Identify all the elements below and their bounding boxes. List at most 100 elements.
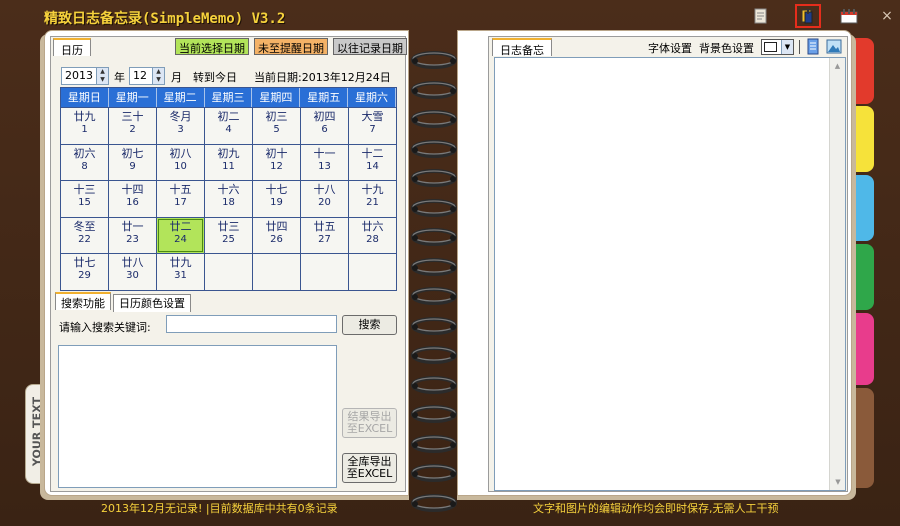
- calendar-day-cell[interactable]: 三十 2: [109, 108, 156, 144]
- goto-today-link[interactable]: 转到今日: [193, 69, 237, 85]
- calendar-day-cell[interactable]: 廿五 27: [301, 217, 348, 254]
- binder-ring: [410, 80, 458, 100]
- calendar-day-cell[interactable]: 冬月 3: [157, 108, 204, 144]
- day-number-label: 5: [273, 124, 280, 135]
- day-number-label: 23: [126, 233, 139, 245]
- lunar-date-label: 廿九: [73, 110, 96, 123]
- month-stepper-arrows[interactable]: ▲ ▼: [152, 68, 164, 84]
- calendar-day-cell[interactable]: 十八 20: [301, 181, 348, 217]
- binder-ring: [410, 139, 458, 159]
- scroll-down-icon[interactable]: ▼: [830, 474, 846, 490]
- tab-calendar-colors[interactable]: 日历颜色设置: [113, 294, 191, 312]
- scroll-up-icon[interactable]: ▲: [830, 58, 845, 74]
- memo-editor[interactable]: ▲ ▼: [494, 57, 846, 491]
- calendar-day-cell[interactable]: 初八 10: [157, 144, 204, 181]
- tab-memo[interactable]: 日志备忘: [492, 38, 552, 57]
- calendar-day-cell[interactable]: 十七 19: [253, 181, 300, 217]
- calendar-day-cell[interactable]: 廿七 29: [61, 254, 108, 290]
- lunar-date-label: 廿六: [361, 219, 384, 233]
- calendar-day-cell[interactable]: 冬至 22: [61, 217, 108, 254]
- binder-ring: [410, 463, 458, 483]
- binder-ring: [410, 316, 458, 336]
- calendar-day-cell[interactable]: 廿三 25: [205, 217, 252, 254]
- day-number-label: 1: [81, 124, 88, 135]
- calendar-day-cell[interactable]: 廿四 26: [253, 217, 300, 254]
- calendar-day-cell[interactable]: 廿八 30: [109, 254, 156, 290]
- search-input[interactable]: [166, 315, 337, 333]
- day-number-label: 17: [174, 197, 187, 209]
- lunar-date-label: 廿一: [121, 219, 144, 233]
- calendar-day-cell[interactable]: 初七 9: [109, 144, 156, 181]
- calendar-day-cell[interactable]: 初十 12: [253, 144, 300, 181]
- lunar-date-label: 十一: [313, 146, 336, 160]
- calendar-day-cell[interactable]: 十九 21: [349, 181, 396, 217]
- calendar-day-cell[interactable]: 初六 8: [61, 144, 108, 181]
- binder-ring: [410, 257, 458, 277]
- day-number-label: 21: [366, 197, 379, 209]
- export-all-button[interactable]: 全库导出 至EXCEL: [342, 453, 397, 483]
- month-value: 12: [133, 69, 147, 82]
- calendar-day-cell[interactable]: 廿二 24: [157, 217, 204, 254]
- year-unit-label: 年: [114, 71, 125, 84]
- day-number-label: 27: [318, 233, 331, 245]
- calendar-day-cell[interactable]: 廿六 28: [349, 217, 396, 254]
- current-date-label: 当前日期:2013年12月24日: [254, 71, 391, 84]
- insert-file-icon[interactable]: [806, 38, 820, 55]
- day-number-label: 6: [321, 124, 328, 135]
- year-stepper-arrows[interactable]: ▲ ▼: [96, 68, 108, 84]
- calendar-day-cell[interactable]: 十四 16: [109, 181, 156, 217]
- lunar-date-label: 初七: [121, 146, 144, 160]
- day-number-label: 8: [81, 160, 88, 172]
- search-button[interactable]: 搜索: [342, 315, 397, 335]
- year-stepper[interactable]: 2013 ▲ ▼: [61, 67, 109, 85]
- weekday-saturday: 星期六: [348, 88, 396, 107]
- calendar-icon[interactable]: [836, 4, 862, 28]
- calendar-day-cell: [253, 254, 300, 290]
- calendar-day-cell[interactable]: 十三 15: [61, 181, 108, 217]
- calendar-day-cell[interactable]: 廿一 23: [109, 217, 156, 254]
- month-stepper[interactable]: 12 ▲ ▼: [129, 67, 165, 85]
- lunar-date-label: 初八: [169, 146, 192, 160]
- calendar-day-cell[interactable]: 廿九 1: [61, 108, 108, 144]
- calendar-day-cell[interactable]: 大雪 7: [349, 108, 396, 144]
- separator-bar: [799, 40, 800, 54]
- lunar-date-label: 大雪: [361, 110, 384, 123]
- font-settings-link[interactable]: 字体设置: [648, 40, 692, 56]
- calendar-day-cell[interactable]: 初四 6: [301, 108, 348, 144]
- memo-scrollbar[interactable]: ▲ ▼: [829, 58, 845, 490]
- calendar-day-cell[interactable]: 十六 18: [205, 181, 252, 217]
- export-results-button: 结果导出 至EXCEL: [342, 408, 397, 438]
- calendar-day-cell[interactable]: 初二 4: [205, 108, 252, 144]
- calendar-days: 廿九 1 三十 2 冬月 3 初二 4 初三 5 初四 6 大雪 7 初六 8 初七 9 初八 10 初九 11 初十 12 十…: [61, 107, 396, 290]
- search-prompt-label: 请输入搜索关键词:: [59, 321, 151, 334]
- calendar-day-cell[interactable]: 十一 13: [301, 144, 348, 181]
- book-icon[interactable]: [795, 4, 821, 28]
- calendar-day-cell[interactable]: 廿九 31: [157, 254, 204, 290]
- year-value: 2013: [65, 69, 93, 82]
- chevron-down-icon: ▼: [781, 40, 793, 54]
- binder-ring: [410, 375, 458, 395]
- lunar-date-label: 十七: [265, 183, 288, 197]
- bg-color-select[interactable]: ▼: [761, 39, 794, 55]
- lunar-date-label: 十三: [73, 183, 96, 197]
- calendar-day-cell[interactable]: 初九 11: [205, 144, 252, 181]
- insert-image-icon[interactable]: [826, 39, 842, 54]
- binder-ring: [410, 434, 458, 454]
- calendar-day-cell[interactable]: 初三 5: [253, 108, 300, 144]
- tab-calendar[interactable]: 日历: [53, 38, 91, 57]
- calendar-day-cell: [301, 254, 348, 290]
- calendar-day-cell[interactable]: 十二 14: [349, 144, 396, 181]
- weekday-sunday: 星期日: [61, 88, 109, 107]
- lunar-date-label: 十二: [361, 146, 384, 160]
- tab-search[interactable]: 搜索功能: [55, 292, 111, 310]
- note-icon[interactable]: [748, 4, 774, 28]
- close-icon[interactable]: ×: [874, 4, 900, 28]
- lunar-date-label: 十六: [217, 183, 240, 197]
- lunar-date-label: 廿四: [265, 219, 288, 233]
- search-results-area[interactable]: [58, 345, 337, 488]
- day-number-label: 20: [318, 197, 331, 209]
- day-number-label: 12: [270, 160, 283, 172]
- calendar-day-cell[interactable]: 十五 17: [157, 181, 204, 217]
- binder-ring: [410, 286, 458, 306]
- day-number-label: 7: [369, 124, 376, 135]
